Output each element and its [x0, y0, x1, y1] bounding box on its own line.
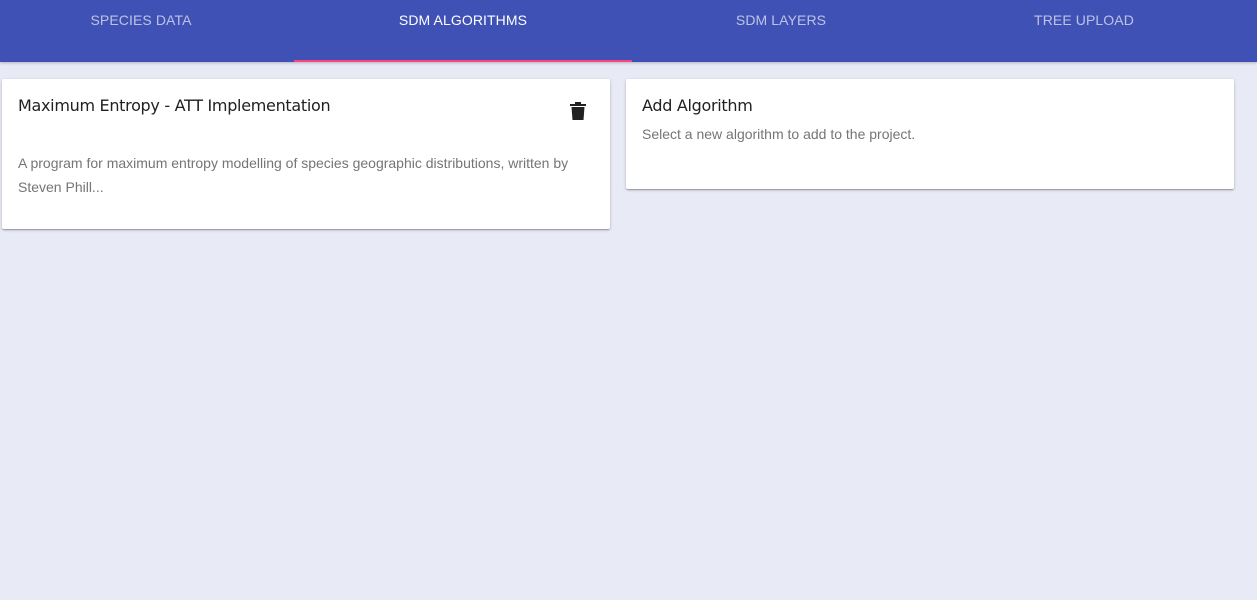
trash-icon [570, 102, 586, 120]
active-tab-indicator [294, 60, 632, 62]
add-algorithm-card[interactable]: Add Algorithm Select a new algorithm to … [626, 79, 1234, 189]
delete-algorithm-button[interactable] [564, 97, 592, 125]
tab-sdm-algorithms[interactable]: SDM ALGORITHMS [294, 0, 632, 62]
tab-bar: SPECIES DATA SDM ALGORITHMS SDM LAYERS T… [0, 0, 1257, 62]
tab-label: SPECIES DATA [90, 12, 192, 28]
algorithm-title: Maximum Entropy - ATT Implementation [18, 96, 331, 115]
add-algorithm-title: Add Algorithm [642, 96, 753, 115]
tab-tree-upload[interactable]: TREE UPLOAD [930, 0, 1238, 62]
algorithm-description: A program for maximum entropy modelling … [18, 155, 569, 195]
tab-label: TREE UPLOAD [1034, 12, 1134, 28]
tab-species-data[interactable]: SPECIES DATA [0, 0, 282, 62]
tab-sdm-layers[interactable]: SDM LAYERS [632, 0, 930, 62]
tab-label: SDM ALGORITHMS [398, 12, 528, 28]
add-algorithm-subtitle: Select a new algorithm to add to the pro… [642, 126, 916, 142]
tab-label: SDM LAYERS [735, 12, 827, 28]
algorithm-card: Maximum Entropy - ATT Implementation A p… [2, 79, 610, 229]
